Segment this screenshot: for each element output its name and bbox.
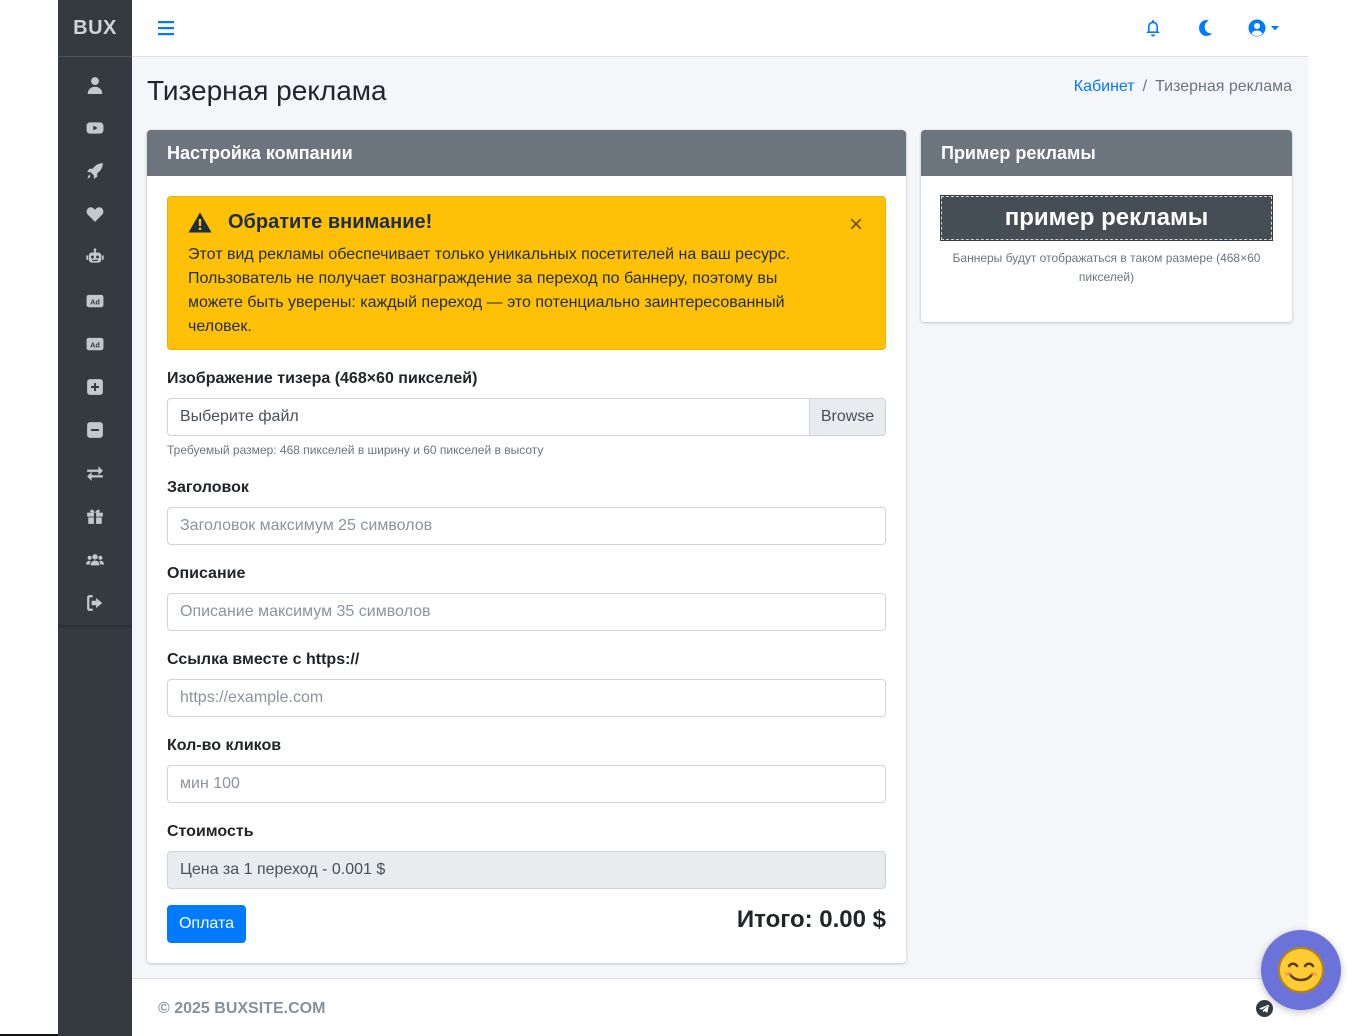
breadcrumb-separator: /	[1142, 78, 1148, 95]
heart-icon	[86, 207, 104, 223]
exchange-icon	[87, 466, 103, 482]
brand-logo[interactable]: BUX	[58, 0, 132, 57]
moon-icon	[1199, 20, 1212, 36]
sign-out-icon	[87, 594, 103, 611]
breadcrumb-home-link[interactable]: Кабинет	[1074, 78, 1135, 95]
cost-field	[167, 851, 886, 889]
link-input[interactable]	[167, 679, 886, 717]
ad-icon: Ad	[86, 294, 104, 307]
description-input[interactable]	[167, 593, 886, 631]
user-icon	[87, 76, 103, 94]
page-title: Тизерная реклама	[147, 75, 387, 106]
user-menu-button[interactable]	[1248, 17, 1288, 39]
top-navbar	[132, 0, 1308, 57]
sidebar-item-deposit[interactable]	[58, 365, 132, 408]
breadcrumb: Кабинет / Тизерная реклама	[1074, 78, 1292, 96]
sidebar-item-logout[interactable]	[58, 581, 132, 624]
sidebar-item-ads-1[interactable]: Ad	[58, 279, 132, 322]
warning-alert: Обратите внимание! × Этот вид рекламы об…	[167, 196, 886, 350]
sidebar: BUX Ad Ad	[58, 0, 132, 1036]
users-icon	[86, 553, 104, 566]
description-label: Описание	[167, 565, 246, 582]
ad-example-banner: пример рекламы	[940, 195, 1273, 241]
robot-icon	[86, 248, 104, 263]
svg-text:Ad: Ad	[90, 340, 100, 349]
smiley-icon	[1278, 947, 1324, 993]
sidebar-item-bonus[interactable]	[58, 495, 132, 538]
menu-icon[interactable]	[158, 19, 174, 37]
sidebar-item-profile[interactable]	[58, 63, 132, 106]
sidebar-item-exchange[interactable]	[58, 452, 132, 495]
ad-example-card: Пример рекламы пример рекламы Баннеры бу…	[921, 130, 1292, 322]
sidebar-item-likes[interactable]	[58, 193, 132, 236]
sidebar-item-referrals[interactable]	[58, 538, 132, 581]
ad-example-note: Баннеры будут отображаться в таком разме…	[952, 251, 1261, 284]
image-label: Изображение тизера (468×60 пикселей)	[167, 370, 478, 387]
alert-title: Обратите внимание!	[188, 211, 432, 234]
chat-widget-button[interactable]	[1261, 930, 1341, 1010]
sidebar-item-youtube[interactable]	[58, 106, 132, 149]
image-file-input[interactable]: Выберите файл Browse	[167, 398, 886, 436]
image-help-text: Требуемый размер: 468 пикселей в ширину …	[167, 443, 544, 457]
warning-icon	[188, 212, 212, 233]
campaign-settings-card: Настройка компании Обратите внимание! × …	[147, 130, 906, 963]
notifications-button[interactable]	[1142, 17, 1164, 39]
youtube-icon	[86, 122, 104, 134]
sidebar-item-rocket[interactable]	[58, 149, 132, 192]
title-label: Заголовок	[167, 479, 249, 496]
close-icon[interactable]: ×	[849, 213, 863, 237]
svg-text:Ad: Ad	[90, 297, 100, 306]
sidebar-nav: Ad Ad	[58, 57, 132, 624]
breadcrumb-current: Тизерная реклама	[1155, 78, 1292, 95]
bell-icon	[1146, 20, 1160, 37]
sidebar-item-bots[interactable]	[58, 236, 132, 279]
alert-text: Этот вид рекламы обеспечивает только уни…	[188, 246, 791, 335]
telegram-icon[interactable]	[1256, 1000, 1273, 1017]
cost-label: Стоимость	[167, 823, 254, 840]
caret-down-icon	[1271, 26, 1279, 31]
file-input-text: Выберите файл	[180, 408, 299, 425]
alert-title-text: Обратите внимание!	[228, 211, 433, 233]
minus-square-icon	[87, 422, 103, 438]
ad-icon: Ad	[86, 337, 104, 350]
clicks-input[interactable]	[167, 765, 886, 803]
main-content: Тизерная реклама Кабинет / Тизерная реклам…	[132, 57, 1308, 978]
ad-example-header: Пример рекламы	[921, 130, 1292, 176]
footer-copyright: © 2025 BUXSITE.COM	[158, 1000, 326, 1017]
left-blank-strip	[0, 0, 58, 1036]
sidebar-item-ads-2[interactable]: Ad	[58, 322, 132, 365]
user-circle-icon	[1248, 19, 1266, 37]
campaign-settings-header: Настройка компании	[147, 130, 906, 176]
pay-button[interactable]: Оплата	[167, 905, 246, 943]
plus-square-icon	[87, 379, 103, 395]
footer: © 2025 BUXSITE.COM	[132, 978, 1308, 1036]
rocket-icon	[87, 163, 103, 179]
dark-mode-toggle[interactable]	[1194, 17, 1216, 39]
gift-icon	[87, 510, 103, 525]
browse-button[interactable]: Browse	[809, 399, 885, 435]
sidebar-shadow	[58, 625, 132, 629]
title-input[interactable]	[167, 507, 886, 545]
clicks-label: Кол-во кликов	[167, 737, 282, 754]
total-amount: Итого: 0.00 $	[736, 906, 886, 933]
right-blank-strip	[1308, 0, 1366, 1036]
sidebar-item-withdraw[interactable]	[58, 409, 132, 452]
link-label: Ссылка вместе с https://	[167, 651, 360, 668]
